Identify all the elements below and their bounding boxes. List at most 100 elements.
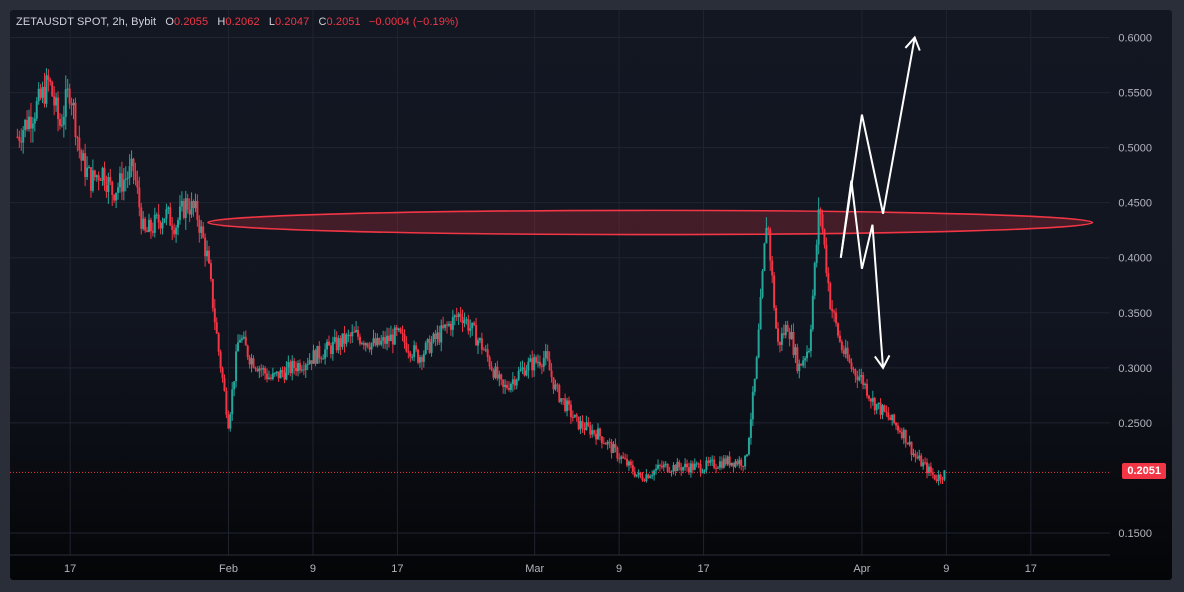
candle-body [527,361,530,371]
candle-body [618,458,621,460]
candle-body [163,218,166,223]
candle-body [349,334,352,337]
candle-body [500,374,503,380]
candle-body [446,324,449,326]
candle-body [906,442,909,445]
candle-body [854,369,857,376]
candle-body [229,414,232,429]
candle-body [802,360,805,366]
candle-body [689,463,692,473]
candle-body [935,479,938,482]
candle-body [496,366,499,379]
chart-canvas[interactable]: 0.6000 0.5500 0.5000 0.4500 0.4000 0.3500 0.30… [10,10,1172,580]
candle-body [426,338,429,343]
candle-body [103,167,106,186]
candle-body [457,313,460,317]
candle-body [360,342,363,344]
candle-body [848,358,851,363]
candle-body [869,398,872,402]
candle-body [16,136,19,138]
candle-body [856,375,859,381]
x-tick-label: Mar [525,563,544,575]
candle-body [370,343,373,350]
candle-body [691,463,694,470]
candle-body [180,201,183,207]
candle-body [813,262,816,296]
candle-body [484,349,487,351]
candle-body [908,441,911,445]
candle-body [771,260,774,276]
candle-body [763,243,766,271]
candle-body [329,345,332,354]
candle-body [89,167,92,191]
candle-body [821,214,824,230]
open-value: 0.2055 [173,16,209,28]
candle-body [846,347,849,359]
resistance-zone-ellipse[interactable] [207,209,1094,236]
candle-body [26,119,29,130]
candle-body [111,181,114,195]
candle-body [473,322,476,326]
candle-body [215,322,218,334]
candle-body [266,373,269,379]
candle-body [78,137,81,151]
candle-body [635,474,638,477]
candle-body [380,340,383,345]
candle-body [333,337,336,342]
candle-body [413,345,416,357]
candle-body [353,331,356,333]
candle-body [219,351,222,369]
candle-body [933,474,936,480]
candle-body [800,363,803,366]
candle-body [225,390,228,415]
candle-body [76,137,79,139]
candle-body [291,360,294,374]
candle-body [434,333,437,340]
candle-body [519,369,522,371]
candle-body [786,324,789,332]
candle-body [161,222,164,229]
candle-body [542,357,545,367]
candle-body [53,96,56,106]
y-tick-label: 0.3000 [1118,363,1152,375]
candle-body [327,341,330,346]
candle-body [916,456,919,459]
candle-body [262,368,265,370]
candle-body [852,369,855,371]
candle-body [279,370,282,379]
candle-body [403,333,406,343]
candle-body [451,317,454,330]
candle-body [202,226,205,238]
candle-body [838,335,841,342]
candle-body [573,414,576,418]
candle-body [486,349,489,358]
candle-body [22,130,25,143]
candle-body [364,343,367,346]
candle-body [82,153,85,161]
candle-body [316,345,319,364]
candle-body [387,335,390,342]
symbol-title[interactable]: ZETAUSDT SPOT, 2h, Bybit [16,16,156,28]
candle-body [109,177,112,182]
candle-body [558,385,561,402]
candle-body [60,124,63,126]
candle-body [678,461,681,468]
candle-body [428,338,431,353]
candle-body [55,97,58,106]
candle-body [91,170,94,191]
close-label: C [318,16,327,28]
candle-body [480,338,483,350]
candle-body [339,338,342,347]
candle-body [252,358,255,368]
candle-body [267,377,270,379]
candle-body [254,367,257,369]
candle-body [362,342,365,346]
candle-body [823,229,826,245]
candle-body [498,374,501,379]
candle-body [728,456,731,466]
candle-body [475,325,478,346]
candle-body [115,192,118,201]
candle-body [231,389,234,415]
candle-body [384,337,387,344]
candle-body [140,207,143,229]
